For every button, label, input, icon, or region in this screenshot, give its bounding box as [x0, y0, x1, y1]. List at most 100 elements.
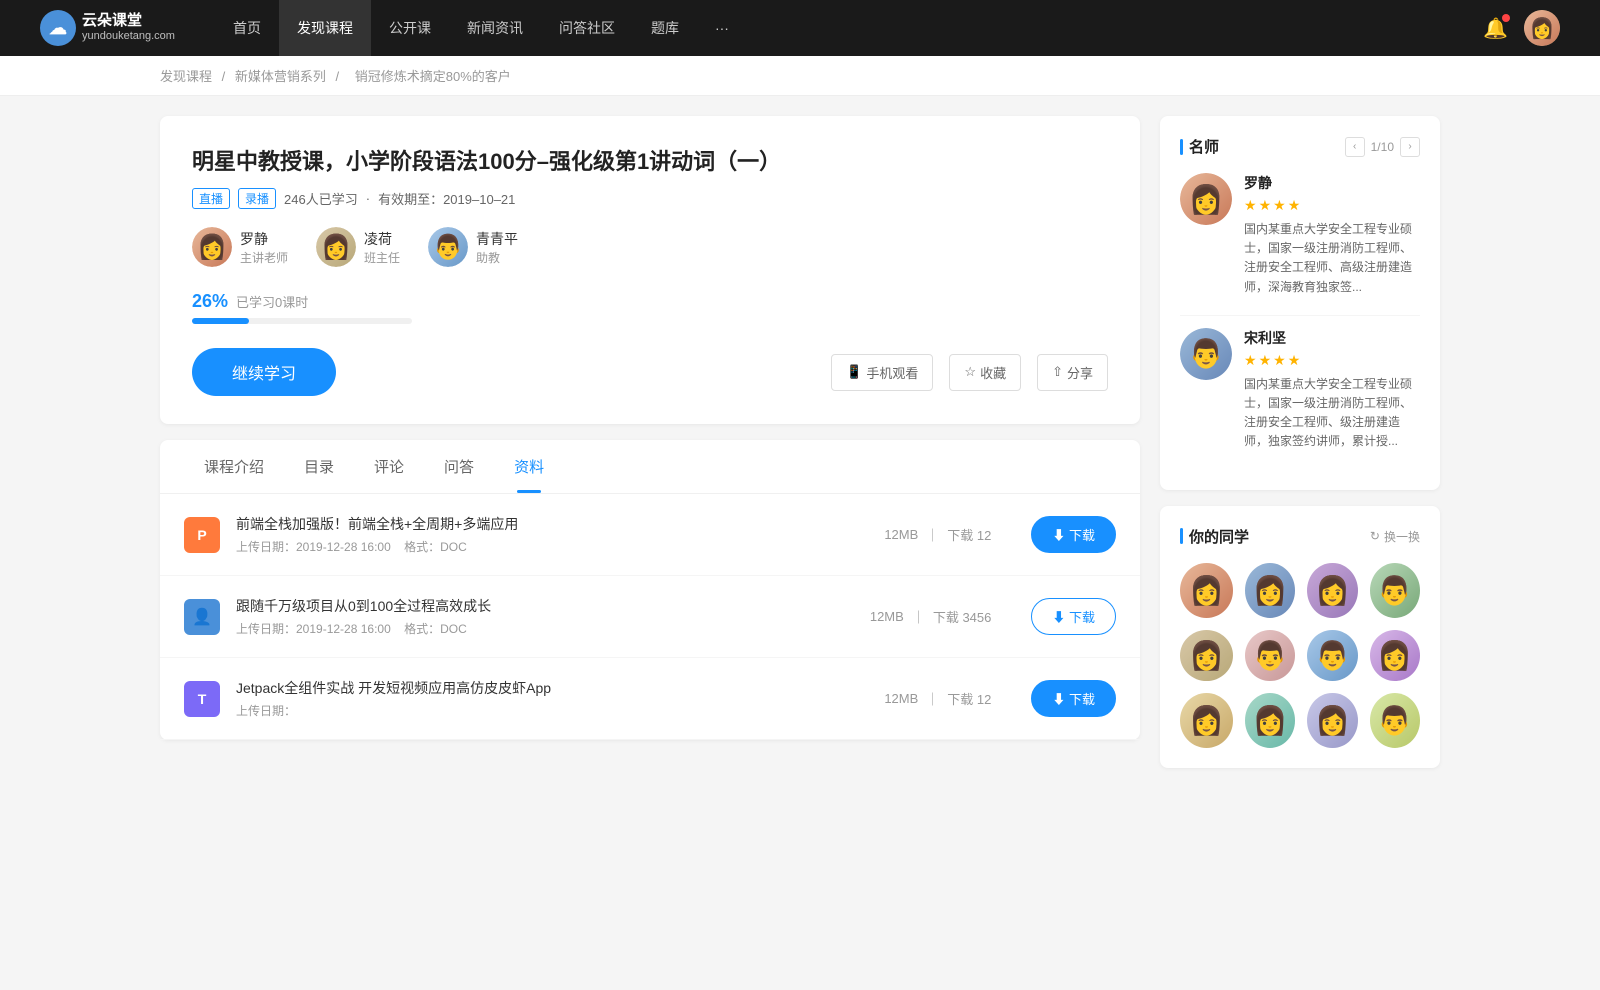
continue-button[interactable]: 继续学习: [192, 348, 336, 396]
teacher-entry-0: 👩 罗静 ★ ★ ★ ★ 国内某重点大学安全工程专业硕士，国家一级注册消防工程师…: [1180, 173, 1420, 297]
progress-text: 已学习0课时: [236, 292, 308, 311]
teacher-0-name: 罗静: [1244, 173, 1420, 193]
breadcrumb: 发现课程 / 新媒体营销系列 / 销冠修炼术摘定80%的客户: [0, 56, 1600, 96]
nav-news[interactable]: 新闻资讯: [449, 0, 541, 56]
left-content: 明星中教授课，小学阶段语法100分–强化级第1讲动词（一） 直播 录播 246人…: [160, 116, 1140, 768]
right-sidebar: 名师 ‹ 1/10 › 👩 罗静 ★: [1160, 116, 1440, 768]
tabs-card: 课程介绍 目录 评论 问答 资料 P 前端全栈加强版！前端全栈+全周期+多端应用…: [160, 440, 1140, 740]
resource-icon-1: 👤: [184, 599, 220, 635]
nav-discover[interactable]: 发现课程: [279, 0, 371, 56]
progress-section: 26% 已学习0课时: [192, 291, 1108, 324]
navigation: ☁ 云朵课堂 yundouketang.com 首页 发现课程 公开课 新闻资讯…: [0, 0, 1600, 56]
breadcrumb-current: 销冠修炼术摘定80%的客户: [355, 69, 511, 84]
logo[interactable]: ☁ 云朵课堂 yundouketang.com: [40, 10, 175, 46]
course-title: 明星中教授课，小学阶段语法100分–强化级第1讲动词（一）: [192, 144, 1108, 176]
instructors: 👩 罗静 主讲老师 👩 凌荷 班主任: [192, 227, 1108, 267]
resource-title-2: Jetpack全组件实战 开发短视频应用高仿皮皮虾App: [236, 678, 844, 698]
student-item-0: 👩 化学教书...: [1180, 563, 1233, 618]
resource-stats-1: 12MB ｜ 下载 3456: [870, 607, 992, 626]
resource-meta-1: 上传日期：2019-12-28 16:00 格式：DOC: [236, 620, 830, 637]
instructor-2: 👨 青青平 助教: [428, 227, 518, 267]
collect-btn[interactable]: ☆ 收藏: [949, 354, 1021, 391]
nav-quiz[interactable]: 题库: [633, 0, 697, 56]
download-btn-0[interactable]: ⬇ 下载: [1031, 516, 1116, 553]
notification-dot: [1502, 14, 1510, 22]
course-actions: 继续学习 📱 手机观看 ☆ 收藏 ⇧ 分享: [192, 348, 1108, 396]
tab-qa[interactable]: 问答: [424, 440, 494, 493]
student-item-8: 👩 上班族...: [1180, 693, 1233, 748]
tab-intro[interactable]: 课程介绍: [184, 440, 284, 493]
download-btn-1[interactable]: ⬇ 下载: [1031, 598, 1116, 635]
mobile-watch-btn[interactable]: 📱 手机观看: [831, 354, 933, 391]
teacher-1-name: 宋利坚: [1244, 328, 1420, 348]
nav-home[interactable]: 首页: [215, 0, 279, 56]
teacher-card: 名师 ‹ 1/10 › 👩 罗静 ★: [1160, 116, 1440, 490]
student-item-9: 👩 上班族...: [1245, 693, 1295, 748]
notification-bell[interactable]: 🔔: [1483, 16, 1508, 41]
nav-open[interactable]: 公开课: [371, 0, 449, 56]
students-grid: 👩 化学教书... 👩 1567** 👩 张小田 👨 Charles 👩: [1180, 563, 1420, 748]
teacher-prev-btn[interactable]: ‹: [1345, 137, 1365, 157]
mobile-icon: 📱: [846, 364, 862, 380]
breadcrumb-series[interactable]: 新媒体营销系列: [235, 69, 326, 84]
instructor-0-role: 主讲老师: [240, 249, 288, 266]
student-item-10: 👩 Summer...: [1307, 693, 1357, 748]
refresh-icon: ↻: [1370, 529, 1380, 543]
teacher-entry-1: 👨 宋利坚 ★ ★ ★ ★ 国内某重点大学安全工程专业硕士，国家一级注册消防工程…: [1180, 328, 1420, 452]
teacher-1-desc: 国内某重点大学安全工程专业硕士，国家一级注册消防工程师、注册安全工程师、级注册建…: [1244, 375, 1420, 452]
nav-more[interactable]: ···: [697, 0, 747, 56]
progress-bar-bg: [192, 318, 412, 324]
logo-sub: yundouketang.com: [82, 30, 175, 43]
tab-resource[interactable]: 资料: [494, 440, 564, 493]
student-item-3: 👨 Charles: [1370, 563, 1420, 618]
student-item-5: 👨 1567**: [1245, 630, 1295, 681]
instructor-1: 👩 凌荷 班主任: [316, 227, 400, 267]
course-meta: 直播 录播 246人已学习 · 有效期至：2019–10–21: [192, 188, 1108, 209]
live-badge: 直播: [192, 188, 230, 209]
resource-icon-0: P: [184, 517, 220, 553]
tabs-header: 课程介绍 目录 评论 问答 资料: [160, 440, 1140, 494]
main-layout: 明星中教授课，小学阶段语法100分–强化级第1讲动词（一） 直播 录播 246人…: [0, 96, 1600, 788]
instructor-1-name: 凌荷: [364, 229, 400, 249]
resource-icon-2: T: [184, 681, 220, 717]
instructor-0-name: 罗静: [240, 229, 288, 249]
student-item-4: 👩 1767**: [1180, 630, 1233, 681]
instructor-2-role: 助教: [476, 249, 518, 266]
share-icon: ⇧: [1052, 364, 1063, 380]
instructor-2-name: 青青平: [476, 229, 518, 249]
breadcrumb-discover[interactable]: 发现课程: [160, 69, 212, 84]
resource-item: P 前端全栈加强版！前端全栈+全周期+多端应用 上传日期：2019-12-28 …: [160, 494, 1140, 576]
student-item-11: 👨 小王子...: [1370, 693, 1420, 748]
teacher-0-desc: 国内某重点大学安全工程专业硕士，国家一级注册消防工程师、注册安全工程师、高级注册…: [1244, 220, 1420, 297]
logo-icon: ☁: [40, 10, 76, 46]
share-btn[interactable]: ⇧ 分享: [1037, 354, 1108, 391]
logo-main: 云朵课堂: [82, 12, 175, 30]
student-item-1: 👩 1567**: [1245, 563, 1295, 618]
teacher-0-stars: ★ ★ ★ ★: [1244, 197, 1420, 214]
resource-item: 👤 跟随千万级项目从0到100全过程高效成长 上传日期：2019-12-28 1…: [160, 576, 1140, 658]
record-badge: 录播: [238, 188, 276, 209]
resource-title-1: 跟随千万级项目从0到100全过程高效成长: [236, 596, 830, 616]
resource-meta-0: 上传日期：2019-12-28 16:00 格式：DOC: [236, 538, 844, 555]
resource-meta-2: 上传日期：: [236, 702, 844, 719]
student-item-7: 👩 Bill: [1370, 630, 1420, 681]
teacher-page: 1/10: [1371, 140, 1394, 154]
tab-catalog[interactable]: 目录: [284, 440, 354, 493]
teacher-next-btn[interactable]: ›: [1400, 137, 1420, 157]
instructor-0: 👩 罗静 主讲老师: [192, 227, 288, 267]
download-btn-2[interactable]: ⬇ 下载: [1031, 680, 1116, 717]
student-item-6: 👨 1867**: [1307, 630, 1357, 681]
teacher-card-title: 名师: [1189, 136, 1219, 157]
student-item-2: 👩 张小田: [1307, 563, 1357, 618]
resource-stats-0: 12MB ｜ 下载 12: [884, 525, 991, 544]
refresh-students-btn[interactable]: ↻ 换一换: [1370, 528, 1420, 545]
teacher-1-stars: ★ ★ ★ ★: [1244, 352, 1420, 369]
user-avatar[interactable]: 👩: [1524, 10, 1560, 46]
star-icon: ☆: [964, 364, 976, 380]
progress-percent: 26%: [192, 291, 228, 312]
tab-review[interactable]: 评论: [354, 440, 424, 493]
nav-qa[interactable]: 问答社区: [541, 0, 633, 56]
progress-bar-fill: [192, 318, 249, 324]
student-count: 246人已学习: [284, 189, 358, 208]
resource-item: T Jetpack全组件实战 开发短视频应用高仿皮皮虾App 上传日期： 12M…: [160, 658, 1140, 740]
